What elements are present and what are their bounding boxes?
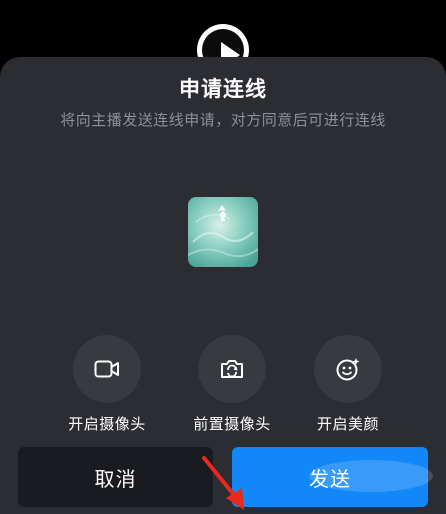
watermark-logo bbox=[309, 460, 433, 492]
option-front-camera-button[interactable] bbox=[198, 335, 266, 403]
dialog-subtitle: 将向主播发送连线申请，对方同意后可进行连线 bbox=[60, 111, 386, 129]
annotation-arrow bbox=[202, 456, 244, 510]
option-front-camera[interactable]: 前置摄像头 bbox=[182, 335, 282, 434]
option-camera-label: 开启摄像头 bbox=[68, 415, 146, 433]
option-camera[interactable]: 开启摄像头 bbox=[57, 335, 157, 434]
option-front-camera-label: 前置摄像头 bbox=[193, 415, 271, 433]
option-beauty-label: 开启美颜 bbox=[316, 415, 379, 433]
flip-camera-icon bbox=[221, 360, 243, 378]
cancel-button[interactable]: 取消 bbox=[18, 447, 213, 507]
option-beauty[interactable]: 开启美颜 bbox=[298, 335, 398, 434]
camera-icon bbox=[94, 360, 119, 378]
user-avatar bbox=[188, 197, 258, 267]
dialog-title: 申请连线 bbox=[179, 77, 267, 101]
option-camera-button[interactable] bbox=[73, 335, 141, 403]
option-beauty-button[interactable] bbox=[314, 335, 382, 403]
connect-request-sheet: 申请连线 将向主播发送连线申请，对方同意后可进行连线 开启摄像头 前置摄像头 开… bbox=[0, 57, 446, 514]
beauty-face-icon bbox=[336, 358, 360, 381]
screen: 申请连线 将向主播发送连线申请，对方同意后可进行连线 开启摄像头 前置摄像头 开… bbox=[0, 0, 446, 514]
avatar-image bbox=[188, 197, 258, 267]
